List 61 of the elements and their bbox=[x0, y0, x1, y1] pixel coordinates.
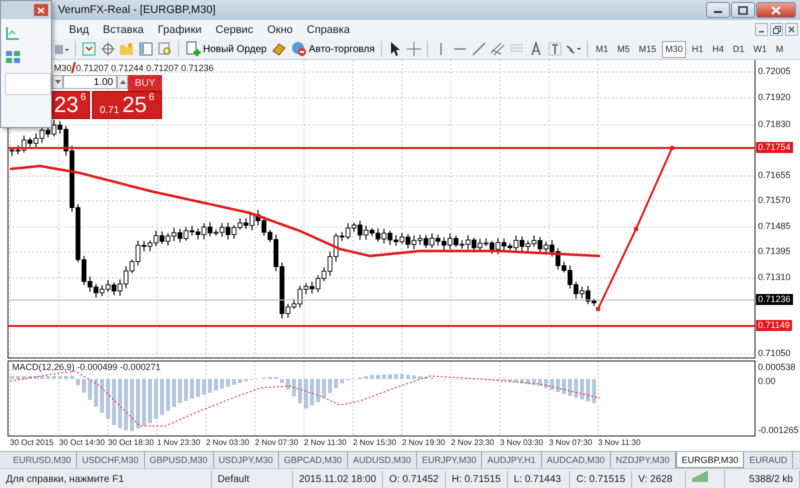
price-label: 0.71050 bbox=[756, 348, 793, 359]
timeframe-button[interactable]: H1 bbox=[688, 40, 706, 58]
price-label: 0.71920 bbox=[756, 92, 793, 103]
indicator-axis-label: 0.00 bbox=[756, 376, 778, 387]
chart-tab[interactable]: EURGBP,M30 bbox=[676, 452, 744, 468]
indicator-axis-label: -0.001265 bbox=[756, 425, 800, 436]
ohlc-values: 0.71207 0.71244 0.71207 0.71236 bbox=[76, 63, 214, 74]
timeframe-button[interactable]: M30 bbox=[662, 40, 686, 58]
price-label: 0.71570 bbox=[756, 195, 793, 206]
timeframe-button[interactable]: M1 bbox=[592, 40, 612, 58]
timeframe-button[interactable]: W1 bbox=[750, 40, 770, 58]
menu-item[interactable]: Сервис bbox=[208, 24, 260, 36]
window-title: VerumFX-Real - [EURGBP,M30] bbox=[58, 4, 216, 16]
price-label: 0.71655 bbox=[756, 170, 793, 181]
auto-trading-button[interactable]: Авто-торговля bbox=[290, 40, 376, 58]
time-label: 2 Nov 03:30 bbox=[206, 438, 250, 448]
price-label: 0.71395 bbox=[756, 246, 793, 257]
price-label: 0.71830 bbox=[756, 119, 793, 130]
price-tag: 0.71236 bbox=[756, 294, 793, 305]
timeframe-button[interactable]: M15 bbox=[636, 40, 660, 58]
time-label: 30 Oct 18:30 bbox=[108, 438, 154, 448]
time-label: 3 Nov 03:30 bbox=[500, 438, 544, 448]
price-label: 0.72005 bbox=[756, 66, 793, 77]
high-price: H: 0.71515 bbox=[446, 470, 508, 488]
time-label: 1 Nov 23:30 bbox=[157, 438, 200, 448]
low-price: L: 0.71443 bbox=[508, 470, 570, 488]
time-label: 3 Nov 11:30 bbox=[598, 438, 641, 448]
buy-button[interactable]: BUY bbox=[128, 75, 162, 91]
time-label: 2 Nov 15:30 bbox=[353, 438, 396, 448]
time-label: 3 Nov 07:30 bbox=[549, 438, 592, 448]
time-label: 30 Oct 14:30 bbox=[59, 438, 105, 448]
volume-value: V: 2628 bbox=[632, 470, 686, 488]
price-label: 0.71485 bbox=[756, 221, 793, 232]
price-tag: 0.71754 bbox=[756, 142, 793, 153]
lot-field[interactable]: 1.00 bbox=[63, 75, 118, 89]
timeframe-button[interactable]: D1 bbox=[730, 40, 748, 58]
menu-item[interactable]: Вид bbox=[62, 24, 96, 36]
menu-item[interactable]: Вставка bbox=[96, 24, 151, 36]
time-label: 2 Nov 07:30 bbox=[255, 438, 298, 448]
open-price: O: 0.71452 bbox=[383, 470, 446, 488]
timeframe-button[interactable]: M bbox=[772, 40, 786, 58]
menu-item[interactable]: Справка bbox=[300, 24, 357, 36]
profile-name: Default bbox=[212, 470, 294, 488]
chart-period: M30 bbox=[54, 63, 72, 74]
price-tag: 0.71149 bbox=[756, 320, 792, 331]
menu-item[interactable]: Окно bbox=[260, 24, 300, 36]
indicator-label: MACD(12,26,9) -0.000499 -0.000271 bbox=[12, 362, 161, 373]
traffic-text: 5388/2 kb bbox=[725, 470, 800, 488]
menu-item[interactable]: Графики bbox=[150, 24, 209, 36]
timeframe-button[interactable]: H4 bbox=[709, 40, 727, 58]
time-label: 2 Nov 11:30 bbox=[304, 438, 347, 448]
bar-time: 2015.11.02 18:00 bbox=[293, 470, 384, 488]
close-price: C: 0.71515 bbox=[570, 470, 632, 488]
help-text: Для справки, нажмите F1 bbox=[0, 470, 212, 488]
time-label: 2 Nov 19:30 bbox=[402, 438, 446, 448]
time-label: 2 Nov 23:30 bbox=[451, 438, 494, 448]
new-order-button[interactable]: Новый Ордер bbox=[184, 40, 268, 58]
time-label: 30 Oct 2015 bbox=[10, 438, 54, 448]
price-label: 0.71310 bbox=[756, 272, 793, 283]
indicator-axis-label: 0.000538 bbox=[756, 362, 798, 373]
timeframe-button[interactable]: M5 bbox=[614, 40, 633, 58]
